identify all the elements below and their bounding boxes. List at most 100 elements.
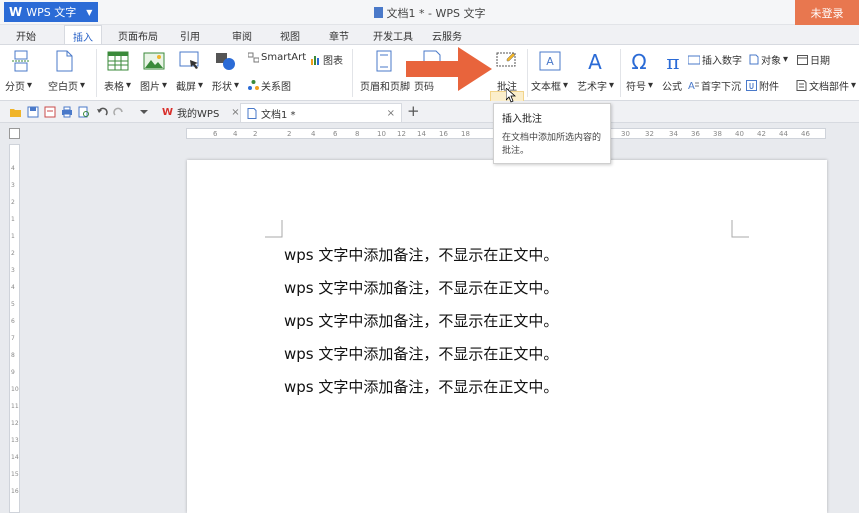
ruler-tick-label: 2 (11, 250, 15, 257)
tab-home[interactable]: 开始 (16, 28, 36, 43)
ruler-tick-label: 4 (311, 130, 316, 138)
ruler-tick-label: 34 (669, 130, 678, 138)
ruler-tick-label: 5 (11, 301, 15, 308)
document-icon (373, 7, 383, 18)
chevron-down-icon: ▾ (198, 80, 204, 91)
object-button[interactable]: 对象 ▾ (749, 52, 788, 67)
table-button[interactable]: 表格 ▾ (104, 78, 131, 93)
ruler-tick-label: 16 (11, 488, 19, 495)
paragraph[interactable]: wps 文字中添加备注，不显示在正文中。 (284, 343, 558, 364)
tab-insert[interactable]: 插入 (64, 25, 102, 44)
object-icon (749, 54, 759, 65)
divider (620, 49, 621, 97)
relation-button[interactable]: 关系图 (248, 78, 291, 93)
paragraph[interactable]: wps 文字中添加备注，不显示在正文中。 (284, 277, 558, 298)
ruler-tick-label: 10 (11, 386, 19, 393)
ruler-tick-label: 46 (801, 130, 810, 138)
textbox-button[interactable]: 文本框 ▾ (531, 78, 568, 93)
paragraph[interactable]: wps 文字中添加备注，不显示在正文中。 (284, 244, 558, 265)
smartart-button[interactable]: SmartArt (248, 52, 306, 63)
undo-icon[interactable] (96, 106, 108, 118)
chart-button[interactable]: 图表 (310, 52, 343, 67)
login-button[interactable]: 未登录 (795, 0, 859, 25)
table-icon (107, 51, 129, 71)
paragraph[interactable]: wps 文字中添加备注，不显示在正文中。 (284, 376, 558, 397)
dropcap-label: 首字下沉 (701, 82, 741, 93)
blank-page-button[interactable]: 空白页 ▾ (48, 78, 85, 93)
ruler-tick-label: 11 (11, 403, 19, 410)
attachment-icon (746, 80, 757, 91)
smartart-icon (248, 52, 259, 63)
dropcap-button[interactable]: A 首字下沉 (688, 78, 741, 93)
tab-my-wps[interactable]: W 我的WPS × (156, 103, 246, 122)
tab-stop-selector-icon[interactable] (9, 128, 20, 139)
close-icon[interactable]: × (387, 108, 395, 119)
ruler-tick-label: 1 (11, 233, 15, 240)
doc-parts-button[interactable]: 文档部件 ▾ (796, 78, 856, 93)
divider (96, 49, 97, 97)
ruler-tick-label: 30 (621, 130, 630, 138)
blank-page-label: 空白页 (48, 82, 78, 93)
print-icon[interactable] (61, 106, 73, 118)
picture-button[interactable]: 图片 ▾ (140, 78, 167, 93)
vertical-ruler[interactable]: 4 3 2 1 1 2 3 4 5 6 7 8 9 10 11 12 13 14 15 16 (9, 144, 20, 513)
open-folder-icon[interactable] (10, 106, 22, 118)
tab-view[interactable]: 视图 (280, 28, 300, 43)
table-label: 表格 (104, 82, 124, 93)
tab-document-label: 文档1 * (261, 109, 296, 121)
date-button[interactable]: 日期 (797, 52, 830, 67)
chevron-down-icon[interactable] (138, 106, 150, 118)
window-title-text: 文档1 * - WPS 文字 (386, 7, 486, 20)
header-footer-button[interactable]: 页眉和页脚 (360, 78, 410, 93)
symbol-icon: Ω (631, 50, 646, 72)
attachment-button[interactable]: 附件 (746, 78, 779, 93)
page-break-icon (12, 50, 30, 72)
tab-cloud[interactable]: 云服务 (432, 28, 462, 43)
page-break-button[interactable]: 分页 ▾ (5, 78, 32, 93)
ruler-tick-label: 6 (333, 130, 338, 138)
tab-developer[interactable]: 开发工具 (373, 28, 413, 43)
object-label: 对象 (761, 56, 781, 67)
shapes-button[interactable]: 形状 ▾ (212, 78, 239, 93)
ribbon-tabs: 开始 插入 页面布局 引用 审阅 视图 章节 开发工具 云服务 (0, 25, 859, 44)
symbol-button[interactable]: 符号 ▾ (626, 78, 653, 93)
svg-text:A: A (546, 55, 554, 68)
tab-my-wps-label: 我的WPS (177, 109, 220, 120)
ruler-tick-label: 4 (11, 284, 15, 291)
textbox-icon: A (539, 51, 561, 71)
screenshot-icon (179, 51, 199, 69)
print-preview-icon[interactable] (78, 106, 90, 118)
chevron-down-icon: ▾ (126, 80, 132, 91)
new-tab-icon[interactable]: + (407, 102, 420, 120)
ruler-tick-label: 12 (397, 130, 406, 138)
wordart-icon: A (588, 50, 602, 72)
tooltip-description: 在文档中添加所选内容的批注。 (502, 133, 602, 156)
paragraph[interactable]: wps 文字中添加备注，不显示在正文中。 (284, 310, 558, 331)
screenshot-button[interactable]: 截屏 ▾ (176, 78, 203, 93)
tab-document[interactable]: 文档1 * × (240, 103, 402, 122)
redo-icon[interactable] (113, 106, 125, 118)
save-icon[interactable] (27, 106, 39, 118)
svg-text:A: A (588, 50, 602, 72)
close-icon[interactable]: × (231, 107, 239, 118)
shapes-icon (216, 53, 235, 70)
insert-number-button[interactable]: 插入数字 (688, 52, 742, 67)
document-page[interactable]: wps 文字中添加备注，不显示在正文中。 wps 文字中添加备注，不显示在正文中… (187, 160, 827, 513)
ruler-tick-label: 8 (11, 352, 15, 359)
comment-icon (496, 52, 516, 67)
mouse-cursor-icon (506, 88, 516, 103)
ruler-tick-label: 2 (287, 130, 292, 138)
margin-corner-top-right (731, 220, 749, 238)
wps-window: W WPS 文字 ▼ 文档1 * - WPS 文字 未登录 开始 插入 页面布局… (0, 0, 859, 513)
tab-chapter[interactable]: 章节 (329, 28, 349, 43)
tab-page-layout[interactable]: 页面布局 (118, 28, 158, 43)
ruler-tick-label: 3 (11, 267, 15, 274)
tab-review[interactable]: 审阅 (232, 28, 252, 43)
blank-page-icon (56, 50, 73, 72)
tab-references[interactable]: 引用 (180, 28, 200, 43)
wordart-button[interactable]: 艺术字 ▾ (577, 78, 614, 93)
header-footer-label: 页眉和页脚 (360, 82, 410, 93)
formula-button[interactable]: 公式 (662, 78, 682, 93)
export-pdf-icon[interactable] (44, 106, 56, 118)
picture-icon (143, 52, 165, 70)
